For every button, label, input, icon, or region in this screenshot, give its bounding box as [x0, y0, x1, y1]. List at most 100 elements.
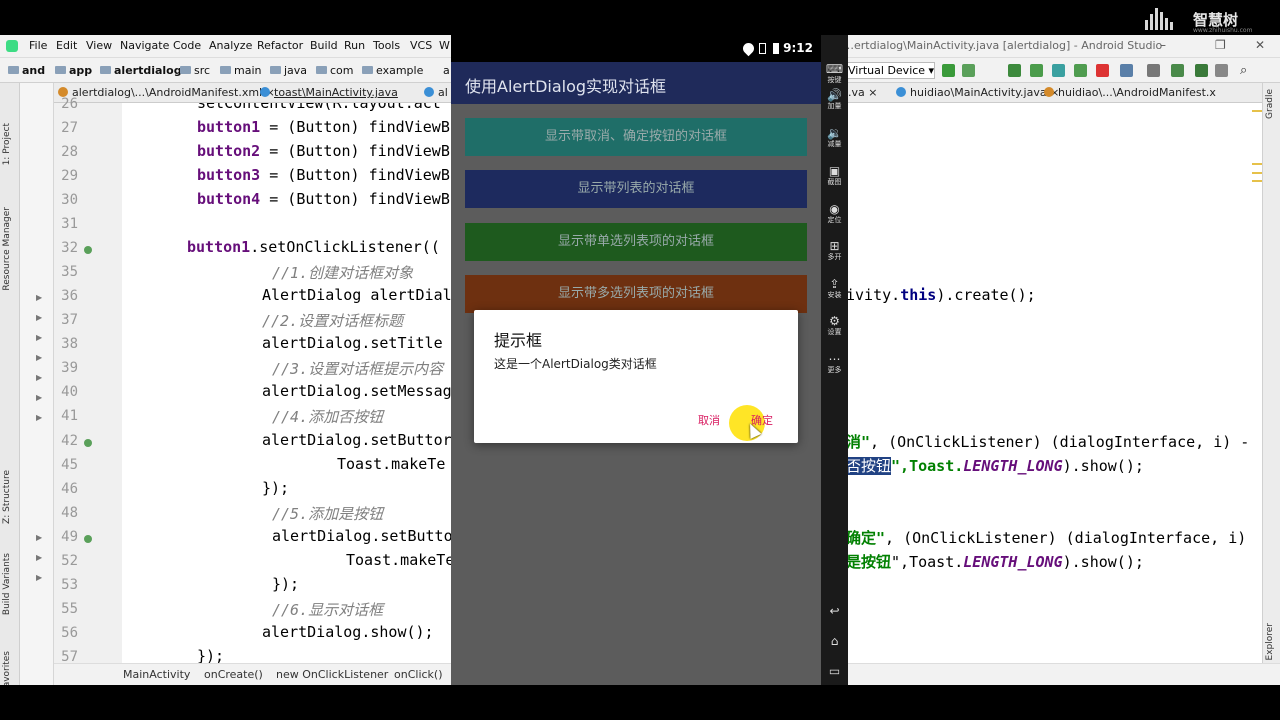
tool-structure[interactable]: Z: Structure [2, 470, 12, 524]
emu-tool-install[interactable]: ⇪ 安装 [821, 278, 848, 300]
emu-tool-volume-down[interactable]: 🔉 减量 [821, 127, 848, 149]
maximize-icon[interactable]: ❐ [1215, 38, 1226, 52]
code-line: 否按钮",Toast.LENGTH_LONG).show(); [846, 457, 1144, 475]
project-structure-icon[interactable] [1147, 64, 1160, 77]
dialog-ok-cancel-button[interactable]: 显示带取消、确定按钮的对话框 [465, 118, 807, 156]
menu-edit[interactable]: Edit [56, 39, 77, 52]
error-stripe-mark[interactable] [1252, 163, 1262, 165]
run-gutter-icon[interactable] [84, 439, 92, 447]
breadcrumb-main[interactable]: main [220, 64, 261, 77]
emu-tool-more[interactable]: ⋯ 更多 [821, 353, 848, 375]
crumb-onclick[interactable]: onClick() [394, 668, 443, 681]
breadcrumb-com[interactable]: com [316, 64, 354, 77]
debug-icon[interactable] [1008, 64, 1021, 77]
breadcrumb-example[interactable]: example [362, 64, 423, 77]
settings-icon[interactable] [1215, 64, 1228, 77]
emu-home-button[interactable]: ⌂ [821, 635, 848, 648]
line-number-gutter: 26 27 28 29 30 31 32 35 36 37 38 39 40 4… [54, 96, 122, 685]
tree-expand-icon[interactable]: ▶ [36, 553, 42, 562]
breadcrumb-project[interactable]: and [8, 64, 45, 77]
tree-expand-icon[interactable]: ▶ [36, 353, 42, 362]
tab-alertdialog-manifest[interactable]: alertdialog\...\AndroidManifest.xml × [58, 86, 275, 99]
wifi-icon [740, 40, 757, 57]
crumb-oncreate[interactable]: onCreate() [204, 668, 263, 681]
code-line: alertDialog.setButto [272, 527, 453, 545]
menu-run[interactable]: Run [344, 39, 365, 52]
error-stripe-mark[interactable] [1252, 110, 1262, 112]
java-class-icon [424, 87, 434, 97]
menu-navigate[interactable]: Navigate [120, 39, 169, 52]
stop-icon[interactable] [1096, 64, 1109, 77]
tab-alertdialog-mainactivity[interactable]: al [424, 86, 448, 99]
emu-back-button[interactable]: ↩ [821, 605, 848, 618]
breadcrumb-app[interactable]: app [55, 64, 92, 77]
menu-code[interactable]: Code [173, 39, 201, 52]
attach-debugger-icon[interactable] [1052, 64, 1065, 77]
tool-favorites[interactable]: 2: Favorites [2, 651, 12, 685]
breadcrumb-java[interactable]: java [270, 64, 307, 77]
tree-expand-icon[interactable]: ▶ [36, 293, 42, 302]
emu-tool-screenshot[interactable]: ▣ 截图 [821, 165, 848, 187]
breadcrumb-src[interactable]: src [180, 64, 210, 77]
dialog-cancel-button[interactable]: 取消 [698, 412, 720, 428]
sdk-manager-icon[interactable] [1195, 64, 1208, 77]
code-comment: //3.设置对话框提示内容 [272, 360, 444, 378]
menu-analyze[interactable]: Analyze [209, 39, 252, 52]
search-icon[interactable]: ⌕ [1240, 64, 1253, 77]
dialog-title: 提示框 [494, 331, 543, 350]
menu-vcs[interactable]: VCS [410, 39, 432, 52]
menu-window[interactable]: W [439, 39, 450, 52]
tool-build-variants[interactable]: Build Variants [2, 553, 12, 615]
apply-code-icon[interactable] [962, 64, 975, 77]
menu-tools[interactable]: Tools [373, 39, 400, 52]
tree-expand-icon[interactable]: ▶ [36, 313, 42, 322]
tree-expand-icon[interactable]: ▶ [36, 393, 42, 402]
tree-expand-icon[interactable]: ▶ [36, 413, 42, 422]
profile-icon[interactable] [1030, 64, 1043, 77]
tool-project[interactable]: 1: Project [2, 123, 12, 165]
avd-manager-icon[interactable] [1171, 64, 1184, 77]
run-gutter-icon[interactable] [84, 535, 92, 543]
breadcrumb-module[interactable]: alertdialog [100, 64, 182, 77]
code-line: button1.setOnClickListener(( [187, 238, 440, 256]
menu-build[interactable]: Build [310, 39, 338, 52]
apply-changes-icon[interactable] [942, 64, 955, 77]
emu-tool-location[interactable]: ◉ 定位 [821, 203, 848, 225]
dialog-list-button[interactable]: 显示带列表的对话框 [465, 170, 807, 208]
breadcrumb-package[interactable]: a [443, 64, 450, 77]
tree-expand-icon[interactable]: ▶ [36, 533, 42, 542]
run-gutter-icon[interactable] [84, 246, 92, 254]
menu-file[interactable]: File [29, 39, 47, 52]
error-stripe-mark[interactable] [1252, 172, 1262, 174]
tab-huidiao-mainactivity[interactable]: huidiao\MainActivity.java × [896, 86, 1059, 99]
crumb-onclicklistener[interactable]: new OnClickListener [276, 668, 388, 681]
line-number: 52 [61, 553, 78, 569]
tab-partial[interactable]: .va × [848, 86, 877, 99]
tree-expand-icon[interactable]: ▶ [36, 573, 42, 582]
device-selector[interactable]: Virtual Device ▾ [843, 62, 935, 79]
menu-refactor[interactable]: Refactor [257, 39, 303, 52]
crumb-mainactivity[interactable]: MainActivity [123, 668, 190, 681]
tool-resource-manager[interactable]: Resource Manager [2, 207, 12, 291]
tree-expand-icon[interactable]: ▶ [36, 373, 42, 382]
error-stripe-mark[interactable] [1252, 180, 1262, 182]
emu-tool-multi[interactable]: ⊞ 多开 [821, 240, 848, 262]
menu-view[interactable]: View [86, 39, 112, 52]
close-icon[interactable]: ✕ [1255, 38, 1265, 52]
dialog-confirm-button[interactable]: 确定 [751, 412, 773, 428]
sync-project-icon[interactable] [1120, 64, 1133, 77]
app-toolbar: 使用AlertDialog实现对话框 [451, 62, 821, 104]
emu-recents-button[interactable]: ▭ [821, 665, 848, 678]
dialog-multi-choice-button[interactable]: 显示带多选列表项的对话框 [465, 275, 807, 313]
emu-tool-keys[interactable]: ⌨ 按键 [821, 63, 848, 85]
tree-expand-icon[interactable]: ▶ [36, 333, 42, 342]
tab-toast-mainactivity[interactable]: toast\MainActivity.java [260, 86, 398, 99]
tab-huidiao-manifest[interactable]: huidiao\...\AndroidManifest.x [1044, 86, 1216, 99]
android-icon[interactable] [1074, 64, 1087, 77]
emu-tool-settings[interactable]: ⚙ 设置 [821, 315, 848, 337]
minimize-icon[interactable]: – [1160, 38, 1166, 52]
dialog-single-choice-button[interactable]: 显示带单选列表项的对话框 [465, 223, 807, 261]
tool-gradle[interactable]: Gradle [1265, 89, 1275, 119]
folder-icon [362, 66, 373, 74]
emu-tool-volume-up[interactable]: 🔊 加量 [821, 89, 848, 111]
